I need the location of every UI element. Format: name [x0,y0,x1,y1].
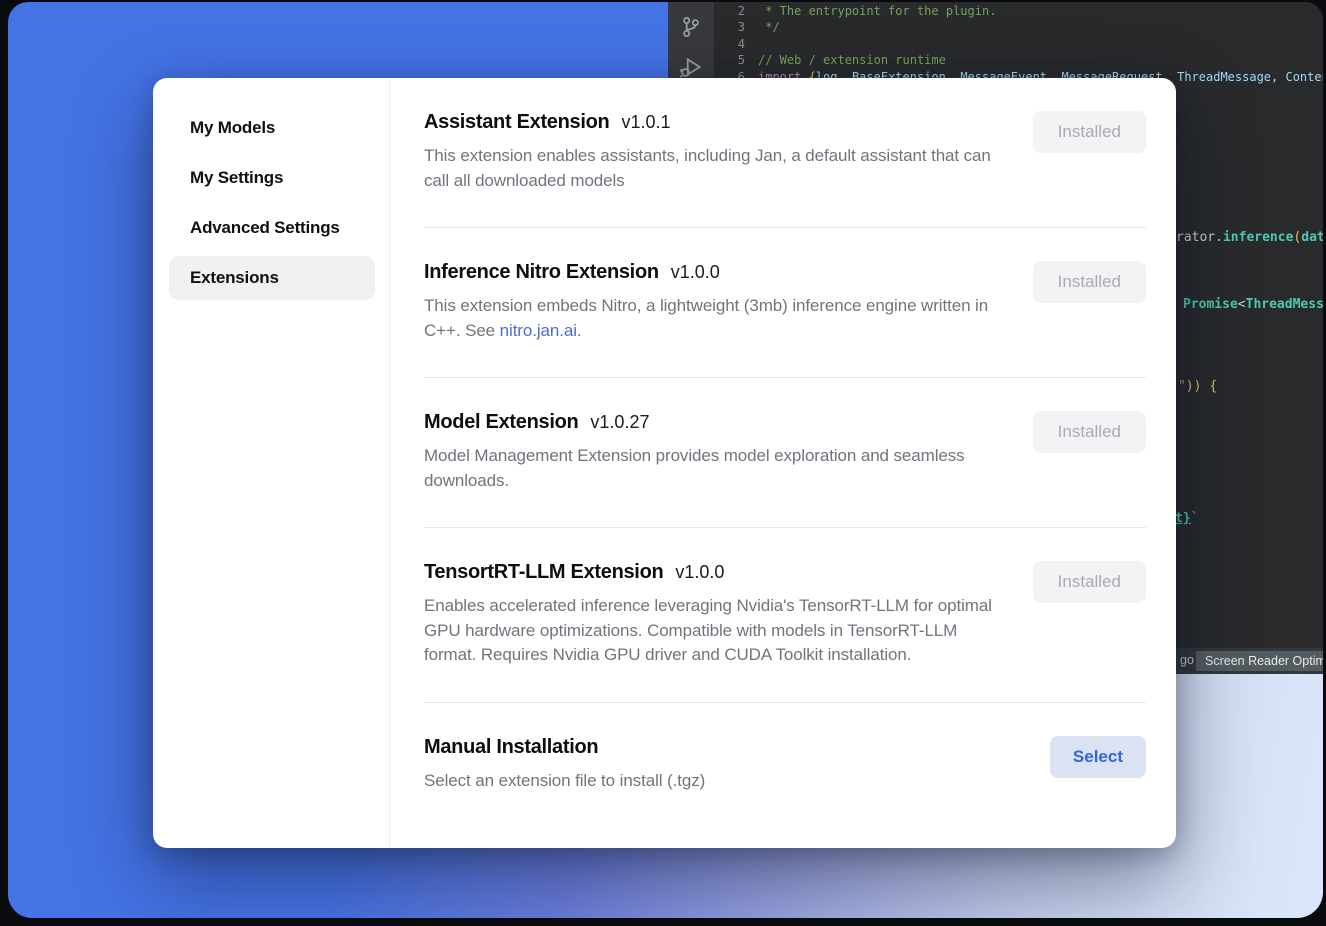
source-control-icon[interactable] [678,14,704,40]
extension-name: Model Extension [424,411,578,434]
extension-version: v1.0.27 [590,412,649,433]
extension-row-model-extension: Model Extension v1.0.27 Model Management E… [424,378,1146,528]
code-fragment: rator.inference(data)); [1176,230,1323,245]
extension-row-manual-installation: Manual Installation Select an extension f… [424,703,1146,828]
extension-version: v1.0.0 [675,562,724,583]
code-fragment: ")) { [1178,379,1217,394]
extension-name: Inference Nitro Extension [424,261,659,284]
description-text: Enables accelerated inference leveraging… [424,596,992,664]
settings-sidebar: My Models My Settings Advanced Settings Ext… [153,78,390,848]
installed-button-assistant-extension[interactable]: Installed [1033,111,1146,153]
description-text: Select an extension file to install (.tg… [424,771,705,790]
extension-row-assistant-extension: Assistant Extension v1.0.1 This extension … [424,78,1146,228]
code-line [758,36,1323,52]
extension-description: Select an extension file to install (.tg… [424,769,705,794]
extensions-list: Assistant Extension v1.0.1 This extension … [390,78,1176,848]
extension-name: Assistant Extension [424,111,609,134]
extension-info: Inference Nitro Extension v1.0.0 This exte… [424,261,1002,343]
editor-code: * The entrypoint for the plugin. */ // We… [758,3,1323,85]
sidebar-item-extensions[interactable]: Extensions [169,256,375,300]
sidebar-item-my-models[interactable]: My Models [169,106,375,150]
select-button-manual-installation[interactable]: Select [1050,736,1146,778]
extension-description: Model Management Extension provides mode… [424,444,1002,493]
extension-info: TensortRT-LLM Extension v1.0.0 Enables acc… [424,561,1002,668]
nitro-jan-ai-link[interactable]: nitro.jan.ai. [500,321,582,340]
editor-gutter: 23456 [714,3,745,85]
sidebar-item-advanced-settings[interactable]: Advanced Settings [169,206,375,250]
extension-name: TensortRT-LLM Extension [424,561,663,584]
code-fragment: t}` [1175,511,1198,526]
extension-version: v1.0.1 [621,112,670,133]
extension-row-tensortrt-llm-extension: TensortRT-LLM Extension v1.0.0 Enables acc… [424,528,1146,703]
code-line: */ [758,19,1323,35]
line-number: 2 [714,3,745,19]
installed-button-inference-nitro-extension[interactable]: Installed [1033,261,1146,303]
extension-version: v1.0.0 [671,262,720,283]
settings-modal: My Models My Settings Advanced Settings Ext… [153,78,1176,848]
extension-info: Assistant Extension v1.0.1 This extension … [424,111,1002,193]
extension-name: Manual Installation [424,736,598,759]
code-line: // Web / extension runtime [758,52,1323,68]
installed-button-model-extension[interactable]: Installed [1033,411,1146,453]
screen-reader-status-chip[interactable]: Screen Reader Optimize [1196,651,1323,671]
sidebar-item-my-settings[interactable]: My Settings [169,156,375,200]
screen: 23456 * The entrypoint for the plugin. *… [8,2,1323,918]
description-text: Model Management Extension provides mode… [424,446,965,490]
code-fragment: Promise<ThreadMessage> [1183,297,1323,312]
extension-description: This extension enables assistants, inclu… [424,144,1002,193]
extension-description: This extension embeds Nitro, a lightweig… [424,294,1002,343]
status-text: go [1180,653,1194,667]
description-text: This extension enables assistants, inclu… [424,146,991,190]
extension-description: Enables accelerated inference leveraging… [424,594,1002,668]
line-number: 3 [714,19,745,35]
line-number: 5 [714,52,745,68]
extension-info: Manual Installation Select an extension f… [424,736,705,794]
run-debug-icon[interactable] [678,54,704,80]
line-number: 4 [714,36,745,52]
extension-row-inference-nitro-extension: Inference Nitro Extension v1.0.0 This exte… [424,228,1146,378]
code-line: * The entrypoint for the plugin. [758,3,1323,19]
extension-info: Model Extension v1.0.27 Model Management E… [424,411,1002,493]
installed-button-tensortrt-llm-extension[interactable]: Installed [1033,561,1146,603]
